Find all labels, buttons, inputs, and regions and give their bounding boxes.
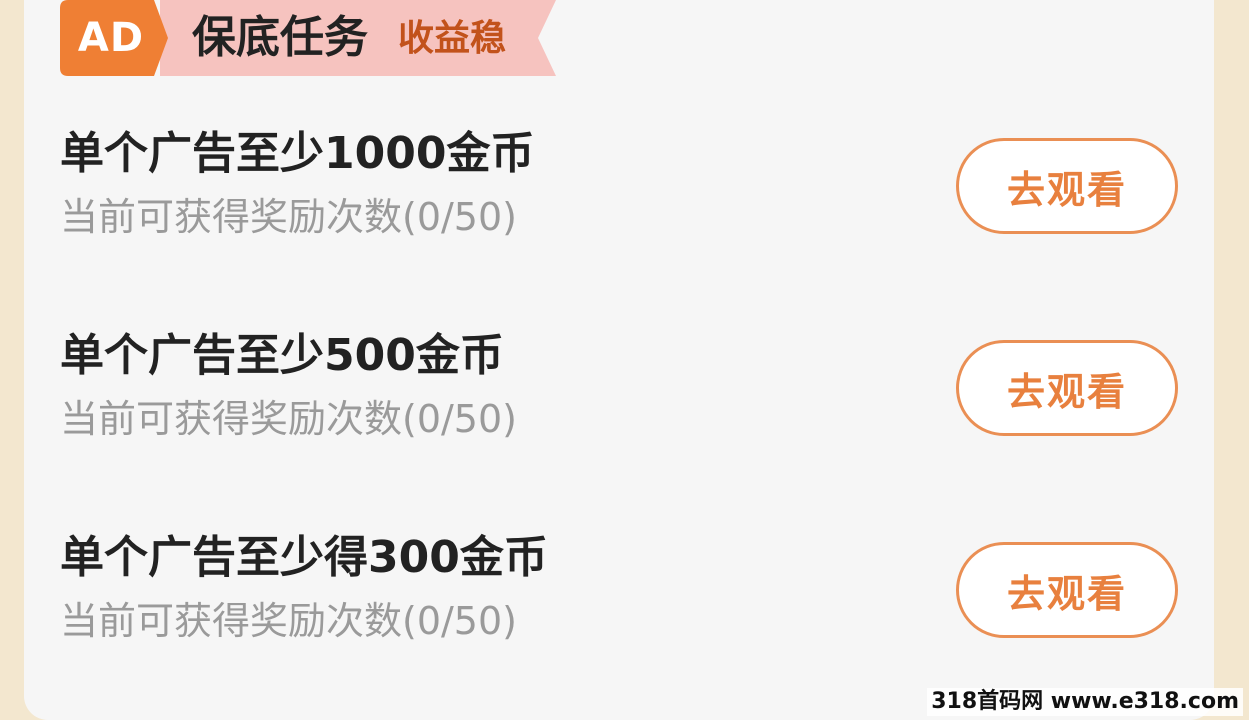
watch-ad-button[interactable]: 去观看 <box>956 138 1178 234</box>
task-progress: 当前可获得奖励次数(0/50) <box>60 599 517 643</box>
task-progress: 当前可获得奖励次数(0/50) <box>60 397 517 441</box>
watch-ad-button[interactable]: 去观看 <box>956 340 1178 436</box>
task-title: 单个广告至少1000金币 <box>60 128 535 179</box>
banner-subtitle: 收益稳 <box>398 18 507 59</box>
task-item: 单个广告至少得300金币 当前可获得奖励次数(0/50) 去观看 <box>60 530 1190 650</box>
banner-title: 保底任务 <box>192 12 368 63</box>
task-title: 单个广告至少500金币 <box>60 330 504 381</box>
task-item: 单个广告至少500金币 当前可获得奖励次数(0/50) 去观看 <box>60 328 1190 448</box>
task-progress: 当前可获得奖励次数(0/50) <box>60 195 517 239</box>
site-watermark: 318首码网 www.e318.com <box>927 688 1243 716</box>
watch-ad-button[interactable]: 去观看 <box>956 542 1178 638</box>
task-item: 单个广告至少1000金币 当前可获得奖励次数(0/50) 去观看 <box>60 126 1190 246</box>
ad-badge: AD <box>77 15 145 61</box>
task-title: 单个广告至少得300金币 <box>60 532 548 583</box>
guaranteed-task-banner: AD 保底任务 收益稳 <box>60 0 560 76</box>
